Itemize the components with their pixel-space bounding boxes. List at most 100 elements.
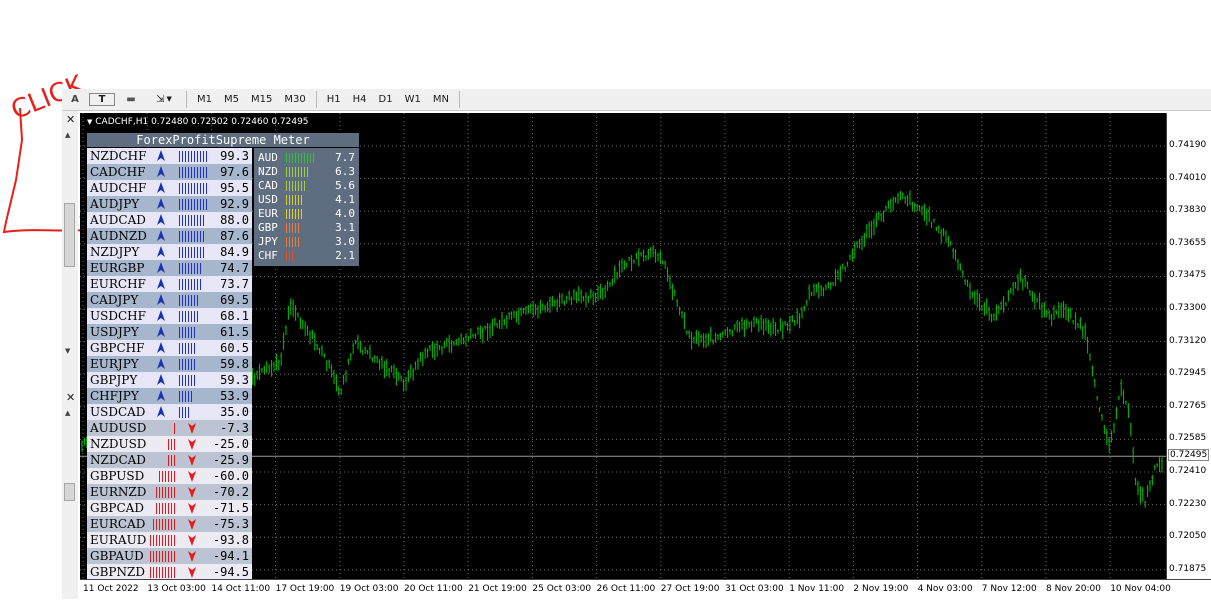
pair-row: NZDCAD -25.9 [87,452,252,468]
timeframe-w1-button[interactable]: W1 [400,91,426,108]
currency-value: 6.3 [335,165,355,178]
timeframe-m30-button[interactable]: M30 [279,91,310,108]
arrow-up-icon [157,326,165,337]
chart-menu-icon[interactable]: ▼ [87,118,92,126]
timeframe-m5-button[interactable]: M5 [219,91,244,108]
pair-row: GBPJPY 59.3 [87,372,252,388]
pair-value: -70.2 [212,485,249,499]
pair-row: USDJPY 61.5 [87,324,252,340]
currency-name: USD [258,193,278,206]
pair-name: GBPNZD [90,565,145,579]
strength-bars [179,199,209,210]
arrow-up-icon [157,198,165,209]
pair-row: AUDCHF 95.5 [87,180,252,196]
timeframe-h4-button[interactable]: H4 [348,91,372,108]
currency-name: CAD [258,179,278,192]
pair-value: 99.3 [220,149,249,163]
pair-value: -71.5 [212,501,249,515]
time-tick-label: 31 Oct 03:00 [725,584,784,594]
strength-bars [179,391,194,402]
time-tick-label: 14 Oct 11:00 [211,584,271,594]
pair-name: AUDJPY [90,197,140,211]
arrow-down-icon [188,567,196,578]
arrows-icon[interactable]: ⇲ ▼ [147,91,181,108]
scrollbar-thumb[interactable] [64,203,75,267]
scrollbar-thumb[interactable] [64,483,75,501]
weakness-bars [174,423,177,434]
timeframe-mn-button[interactable]: MN [428,91,454,108]
pair-value: 87.6 [220,229,249,243]
pair-row: CADCHF 97.6 [87,164,252,180]
close-icon[interactable]: ✕ [66,113,75,126]
price-tick-label: 0.74010 [1169,172,1207,183]
currency-value: 7.7 [335,151,355,164]
pair-name: USDCAD [90,405,146,419]
arrow-up-icon [157,294,165,305]
pair-name: EURCAD [90,517,146,531]
arrow-up-icon [157,390,165,401]
currency-value: 3.0 [335,235,355,248]
currency-row: EUR 4.0 [254,207,359,221]
time-tick-label: 2 Nov 19:00 [853,584,909,594]
price-tick-label: 0.72410 [1169,466,1207,476]
strength-bars [179,295,200,306]
timeframe-d1-button[interactable]: D1 [374,91,398,108]
price-scale[interactable]: 0.74190 0.74010 0.73830 0.73655 0.73475 0.733… [1166,113,1211,579]
pair-value: -7.3 [220,421,249,435]
current-price-label: 0.72495 [1168,449,1210,462]
arrow-up-icon [157,278,165,289]
arrow-up-icon [157,406,165,417]
pair-strength-list: NZDCHF 99.3 CADCHF 97.6 AUDCHF 95.5 AUDJPY 92.9… [87,148,252,579]
pair-row: AUDCAD 88.0 [87,212,252,228]
currency-row: AUD 7.7 [254,151,359,165]
scroll-up-icon[interactable]: ▲ [65,131,70,139]
chart-symbol-info: ▼ CADCHF,H1 0.72480 0.72502 0.72460 0.72… [87,117,309,127]
currency-value: 4.1 [335,193,355,206]
pair-value: 69.5 [220,293,249,307]
currency-value: 5.6 [335,179,355,192]
arrow-up-icon [157,246,165,257]
timeframe-h1-button[interactable]: H1 [322,91,346,108]
text-icon[interactable]: A [63,91,87,108]
price-tick-label: 0.73475 [1169,270,1207,281]
pair-row: NZDUSD -25.0 [87,436,252,452]
rectangle-label-icon[interactable]: ▬ [117,91,145,108]
currency-row: CHF 2.1 [254,249,359,263]
pair-name: GBPCHF [90,341,145,355]
strength-bars [179,151,209,162]
scroll-down-icon[interactable]: ▼ [65,347,70,355]
arrow-up-icon [157,150,165,161]
weakness-bars [153,519,177,530]
toolbar-separator [458,91,460,108]
timeframe-m15-button[interactable]: M15 [246,91,277,108]
arrows-glyph: ⇲ [156,94,165,105]
arrow-up-icon [157,182,165,193]
arrow-up-icon [157,342,165,353]
pair-value: 59.3 [220,373,249,387]
price-chart[interactable]: ▼ CADCHF,H1 0.72480 0.72502 0.72460 0.72… [80,113,1166,579]
strength-bars [179,279,203,290]
chart-toolbar: A T ▬ ⇲ ▼ M1 M5 M15 M30 H1 H4 D1 W1 MN [62,89,1211,111]
pair-value: 59.8 [220,357,249,371]
timeframe-m1-button[interactable]: M1 [192,91,217,108]
arrow-down-icon [188,439,196,450]
chevron-down-icon: ▼ [166,95,172,103]
pair-name: CADCHF [90,165,146,179]
time-scale[interactable]: 11 Oct 2022 13 Oct 03:00 14 Oct 11:00 17 Oc… [80,579,1211,600]
currency-name: CHF [258,249,278,262]
pair-row: USDCAD 35.0 [87,404,252,420]
pair-row: GBPCAD -71.5 [87,500,252,516]
text-label-icon[interactable]: T [89,93,115,106]
pair-row: AUDNZD 87.6 [87,228,252,244]
arrow-down-icon [188,503,196,514]
weakness-bars [168,439,177,450]
pair-name: AUDUSD [90,421,147,435]
arrow-up-icon [157,214,165,225]
arrow-up-icon [157,166,165,177]
pair-row: GBPNZD -94.5 [87,564,252,579]
scroll-up-icon[interactable]: ▲ [65,409,70,417]
pair-value: -75.3 [212,517,249,531]
close-icon[interactable]: ✕ [66,391,75,404]
time-tick-label: 27 Oct 19:00 [660,584,720,594]
pair-row: EURNZD -70.2 [87,484,252,500]
